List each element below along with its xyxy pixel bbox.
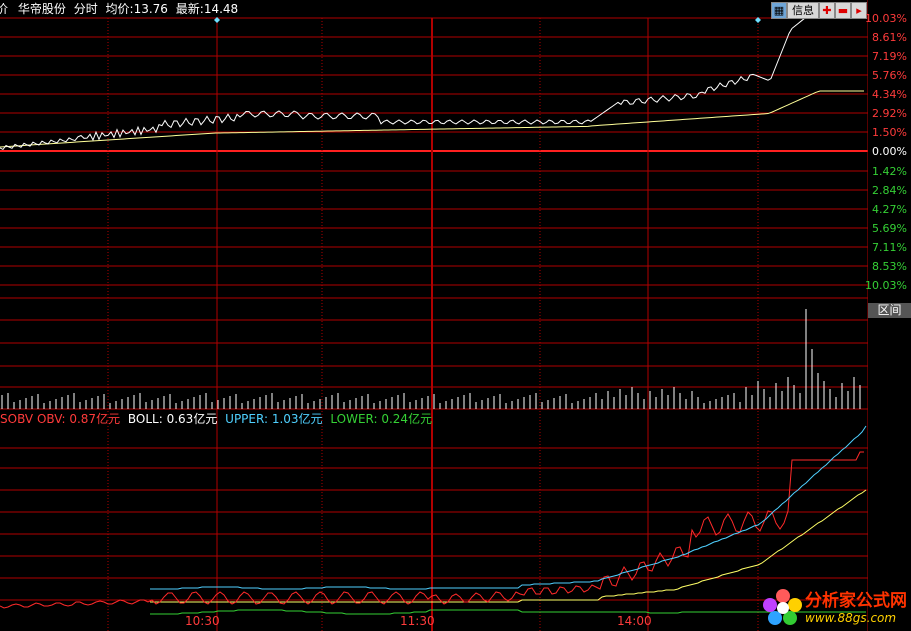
price-axis-down-4: 7.11% [872, 241, 907, 254]
flower-logo-icon [763, 588, 802, 625]
chart-header: 价 华帝股份 分时 均价:13.76 最新:14.48 [0, 0, 238, 18]
price-axis-up-3: 5.76% [872, 69, 907, 82]
plus-icon[interactable]: ✚ [819, 2, 835, 19]
price-axis-down-3: 5.69% [872, 222, 907, 235]
calculator-icon[interactable]: ▦ [771, 2, 787, 19]
intraday-chart [0, 0, 869, 631]
price-axis-down-1: 2.84% [872, 184, 907, 197]
time-label-1400: 14:00 [617, 614, 652, 628]
last-price-value: 14.48 [203, 2, 239, 16]
mode-label: 分时 [73, 2, 98, 16]
price-axis-up-6: 1.50% [872, 126, 907, 139]
price-axis-up-4: 4.34% [872, 88, 907, 101]
price-axis-down-6: 10.03% [865, 279, 907, 292]
boll-legend: BOLL: 0.63亿元 [127, 412, 218, 426]
header-left-glyph: 价 [0, 2, 9, 16]
time-label-1030: 10:30 [185, 614, 220, 628]
lower-band-line [150, 609, 866, 615]
price-axis-up-5: 2.92% [872, 107, 907, 120]
price-axis-zero: 0.00% [872, 145, 907, 158]
price-axis-down-2: 4.27% [872, 203, 907, 216]
obv-legend: SOBV OBV: 0.87亿元 [0, 412, 121, 426]
price-axis-up-0: 10.03% [865, 12, 907, 25]
price-axis-up-2: 7.19% [872, 50, 907, 63]
last-price-label: 最新: [175, 2, 204, 16]
chart-grid [0, 0, 869, 631]
indicator-legend: SOBV OBV: 0.87亿元 BOLL: 0.63亿元 UPPER: 1.0… [0, 410, 432, 427]
avg-price-value: 13.76 [133, 2, 168, 16]
watermark-title: 分析家公式网 [805, 591, 907, 611]
stock-name: 华帝股份 [17, 2, 66, 16]
lower-legend: LOWER: 0.24亿元 [330, 412, 433, 426]
info-button[interactable]: 信息 [787, 2, 819, 19]
upper-legend: UPPER: 1.03亿元 [225, 412, 323, 426]
time-label-1130: 11:30 [400, 614, 435, 628]
price-axis-down-5: 8.53% [872, 260, 907, 273]
avg-price-label: 均价: [105, 2, 134, 16]
price-axis-up-1: 8.61% [872, 31, 907, 44]
boll-mid-line [150, 489, 867, 603]
watermark-url: www.88gs.com [805, 611, 897, 625]
watermark-logo: 分析家公式网 www.88gs.com [761, 586, 907, 625]
range-button[interactable]: 区间 [868, 303, 911, 318]
price-axis-down-0: 1.42% [872, 165, 907, 178]
window-icon[interactable]: ▬ [835, 2, 851, 19]
